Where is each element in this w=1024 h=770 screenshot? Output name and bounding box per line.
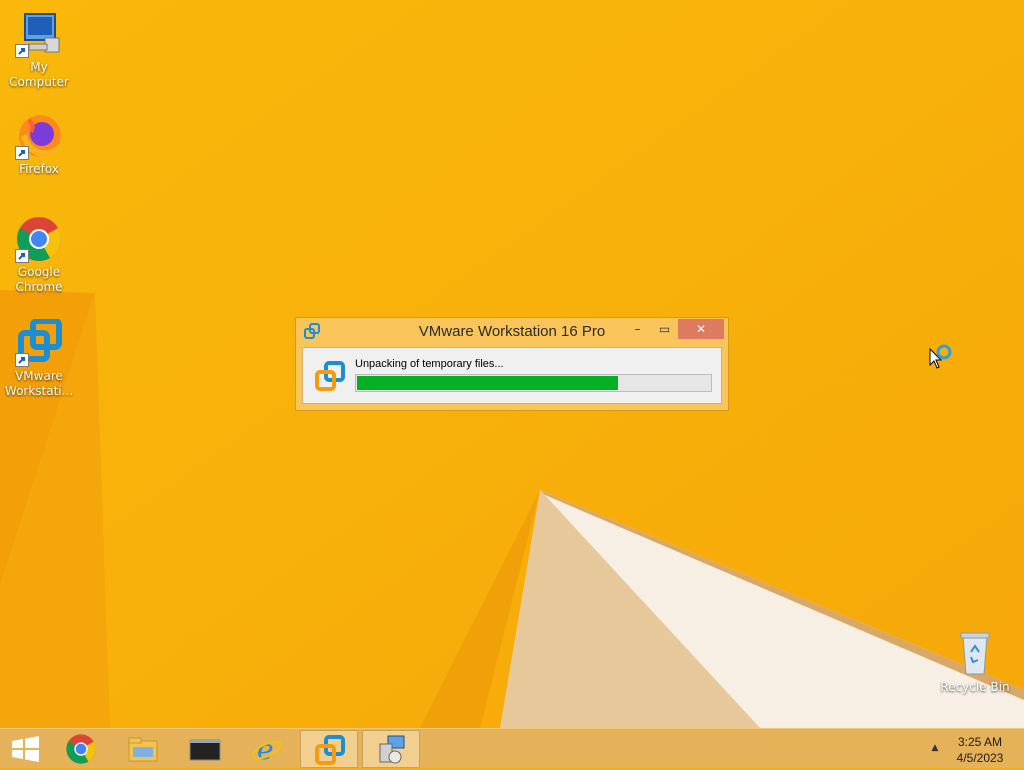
busy-cursor-icon [929,343,955,371]
desktop-icon-firefox[interactable]: Firefox [0,112,78,177]
close-button[interactable]: ✕ [678,319,724,339]
installer-icon [376,734,408,766]
shortcut-arrow-icon [15,146,29,160]
desktop-icon-vmware[interactable]: VMware Workstati... [0,318,78,399]
taskbar-vmware[interactable] [300,730,358,768]
shortcut-arrow-icon [15,353,29,367]
computer-icon [15,10,63,58]
taskbar-internet-explorer[interactable]: e [238,730,296,768]
vmware-icon [15,318,63,367]
desktop-icon-label: VMware Workstati... [4,369,74,398]
chrome-icon [65,733,97,765]
desktop-icon-label: My Computer [9,60,69,89]
desktop-icon-label: Google Chrome [15,265,63,294]
file-explorer-icon [127,733,159,765]
shortcut-arrow-icon [15,249,29,263]
desktop-icon-my-computer[interactable]: My Computer [0,10,78,90]
taskbar-installer[interactable] [362,730,420,768]
clock[interactable]: 3:25 AM 4/5/2023 [948,734,1012,766]
vmware-icon [314,360,346,392]
desktop-icon-chrome[interactable]: Google Chrome [0,215,78,295]
progress-fill [357,376,618,390]
desktop-icon-label: Recycle Bin [940,680,1010,694]
dialog-titlebar[interactable]: VMware Workstation 16 Pro – ▭ ✕ [296,318,728,346]
desktop-icon-label: Firefox [19,162,59,176]
internet-explorer-icon: e [251,733,283,766]
taskbar-file-explorer[interactable] [114,730,172,768]
terminal-icon [189,733,221,765]
minimize-button[interactable]: – [624,319,651,339]
clock-time: 3:25 AM [957,735,1003,749]
shortcut-arrow-icon [15,44,29,58]
show-hidden-icons-button[interactable]: ▲ [929,742,941,754]
progress-bar [355,374,712,392]
start-button[interactable] [0,730,48,768]
start-icon [10,733,42,765]
clock-date: 4/5/2023 [956,751,1004,765]
status-message: Unpacking of temporary files... [355,358,504,370]
taskbar-chrome[interactable] [52,730,110,768]
vmware-icon [314,734,346,766]
firefox-icon [15,112,63,160]
installer-dialog[interactable]: VMware Workstation 16 Pro – ▭ ✕ Unpackin… [295,317,729,411]
desktop: My Computer Firefox Google Chrome VMware… [0,0,1024,728]
taskbar-terminal[interactable] [176,730,234,768]
recycle-bin-icon [951,630,999,678]
chrome-icon [15,215,63,263]
maximize-button[interactable]: ▭ [651,319,678,339]
dialog-body: Unpacking of temporary files... [302,347,722,404]
desktop-icon-recycle-bin[interactable]: Recycle Bin [936,630,1014,695]
svg-text:e: e [257,733,274,765]
taskbar: e ▲ 3:25 AM 4/5/2023 [0,728,1024,768]
